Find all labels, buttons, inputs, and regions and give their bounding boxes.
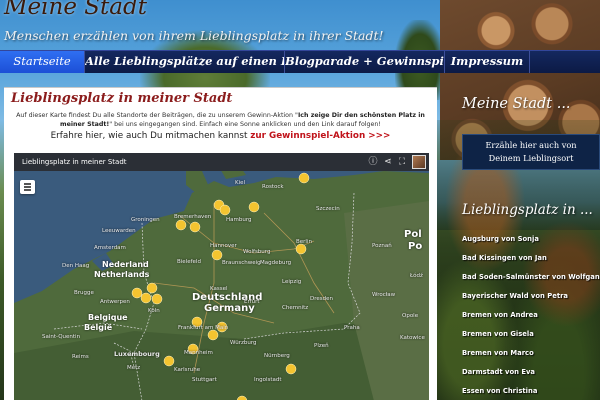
map-label-hamburg: Hamburg [226,217,252,223]
share-box-line-2: Deinem Lieblingsort [488,153,574,163]
call-to-action: Erfahre hier, wie auch Du mitmachen kann… [8,131,433,141]
share-box-line-1: Erzähle hier auch von [485,140,577,150]
map-label-poznan: Poznań [372,243,392,249]
nav-item-alle-lieblingsplaetze[interactable]: Alle Lieblingsplätze auf einen Blick [85,51,285,73]
map-label-szczecin: Szczecin [316,206,340,212]
map-label-wurzburg: Würzburg [230,340,257,346]
map-label-nurnberg: Nürnberg [264,353,290,359]
sidebar-link-bad-kissingen[interactable]: Bad Kissingen von Jan [462,253,600,272]
map-label-netherlands: Netherlands [94,270,150,279]
sidebar-link-bremen-andrea[interactable]: Bremen von Andrea [462,310,600,329]
map-label-luxembourg: Luxembourg [114,350,160,358]
nav-item-blogparade[interactable]: Blogparade + Gewinnspiel [285,51,445,73]
map-label-poland-2: Po [408,241,423,252]
map-label-koln: Köln [148,308,160,314]
map-label-bremerhaven: Bremerhaven [174,214,212,220]
sidebar-title: Meine Stadt ... [462,96,571,112]
main-content: Lieblingsplatz in meiner Stadt Auf diese… [4,87,437,400]
sidebar-link-bad-soden[interactable]: Bad Soden-Salmünster von Wolfgang [462,272,600,291]
fullscreen-icon[interactable]: ⛶ [396,156,408,168]
sidebar-link-augsburg[interactable]: Augsburg von Sonja [462,234,600,253]
sidebar-link-bayerischer-wald[interactable]: Bayerischer Wald von Petra [462,291,600,310]
map-label-braunschweig: Braunschweig [222,260,261,266]
nav-item-impressum[interactable]: Impressum [445,51,530,73]
map-label-leipzig: Leipzig [282,279,302,285]
map-label-wolfsburg: Wolfsburg [243,249,271,255]
map-canvas[interactable] [14,153,429,400]
map-label-magdeburg: Magdeburg [260,260,292,266]
map-label-den-haag: Den Haag [62,263,90,269]
map-label-erfurt: Erfurt [244,299,260,305]
map-header-bar: Lieblingsplatz in meiner Stadt ⓘ ⋖ ⛶ [14,153,429,171]
intro-text: Auf dieser Karte findest Du alle Standor… [8,112,433,129]
map-label-praha: Praha [344,325,360,331]
map-label-leeuwarden: Leeuwarden [102,228,136,234]
map-label-nederland: Nederland [102,260,149,269]
info-icon[interactable]: ⓘ [367,156,379,168]
map-label-belgique: Belgique [88,313,128,322]
map-label-metz: Metz [127,365,141,371]
map-label-reims: Reims [72,354,89,360]
map-label-antwerpen: Antwerpen [100,299,130,305]
map-label-rostock: Rostock [262,184,284,190]
map-label-groningen: Groningen [131,217,160,223]
map-label-poland-1: Pol [404,229,422,240]
sidebar-heading: Lieblingsplatz in ... [462,202,593,218]
nav-item-empty [530,51,600,73]
intro-text-after: " bei uns eingegangen sind. Einfach eine… [109,120,381,128]
map-title: Lieblingsplatz in meiner Stadt [22,158,127,166]
map-label-kassel: Kassel [210,286,228,292]
share-icon[interactable]: ⋖ [382,156,394,168]
sidebar-link-essen[interactable]: Essen von Christina [462,386,600,400]
sidebar-link-darmstadt[interactable]: Darmstadt von Eva [462,367,600,386]
map-label-berlin: Berlin [296,239,312,245]
map-label-hannover: Hannover [210,243,237,249]
nav-item-startseite[interactable]: Startseite [0,51,85,73]
share-your-place-box[interactable]: Erzähle hier auch von Deinem Lieblingsor… [462,134,600,170]
site-title[interactable]: Meine Stadt [4,0,147,20]
map-label-saint-quentin: Saint-Quentin [42,334,81,340]
map-label-mannheim: Mannheim [184,350,213,356]
gewinnspiel-link[interactable]: zur Gewinnspiel-Aktion >>> [250,131,390,141]
map-label-chemnitz: Chemnitz [282,305,309,311]
map-owner-avatar[interactable] [412,155,426,169]
map-label-bielefeld: Bielefeld [177,259,201,265]
main-navigation: Startseite Alle Lieblingsplätze auf eine… [0,50,600,73]
map-label-katowice: Katowice [400,335,425,341]
site-tagline: Menschen erzählen von ihrem Lieblingspla… [4,28,384,43]
map-label-stuttgart: Stuttgart [192,377,217,383]
sidebar-link-bremen-gisela[interactable]: Bremen von Gisela [462,329,600,348]
embedded-map[interactable]: Lieblingsplatz in meiner Stadt ⓘ ⋖ ⛶ Deu… [14,153,429,400]
map-label-amsterdam: Amsterdam [94,245,126,251]
page-title: Lieblingsplatz in meiner Stadt [11,91,233,106]
map-label-belgie: België [84,323,113,332]
intro-text-before: Auf dieser Karte findest Du alle Standor… [16,112,298,119]
map-label-brugge: Brugge [74,290,94,296]
map-label-plzen: Plzeň [314,343,329,349]
map-label-frankfurt: Frankfurt am Main [178,325,229,331]
map-layers-button[interactable] [20,180,35,194]
map-label-karlsruhe: Karlsruhe [174,367,201,373]
map-label-dresden: Dresden [310,296,333,302]
map-label-wroclaw: Wrocław [372,292,396,298]
sidebar-places-list: Augsburg von Sonja Bad Kissingen von Jan… [462,234,600,400]
map-label-opole: Opole [402,313,419,319]
cta-text: Erfahre hier, wie auch Du mitmachen kann… [50,131,251,141]
map-label-ingolstadt: Ingolstadt [254,377,282,383]
map-label-kiel: Kiel [235,180,246,186]
sidebar-link-bremen-marco[interactable]: Bremen von Marco [462,348,600,367]
map-label-lodz: Łódź [410,273,423,279]
